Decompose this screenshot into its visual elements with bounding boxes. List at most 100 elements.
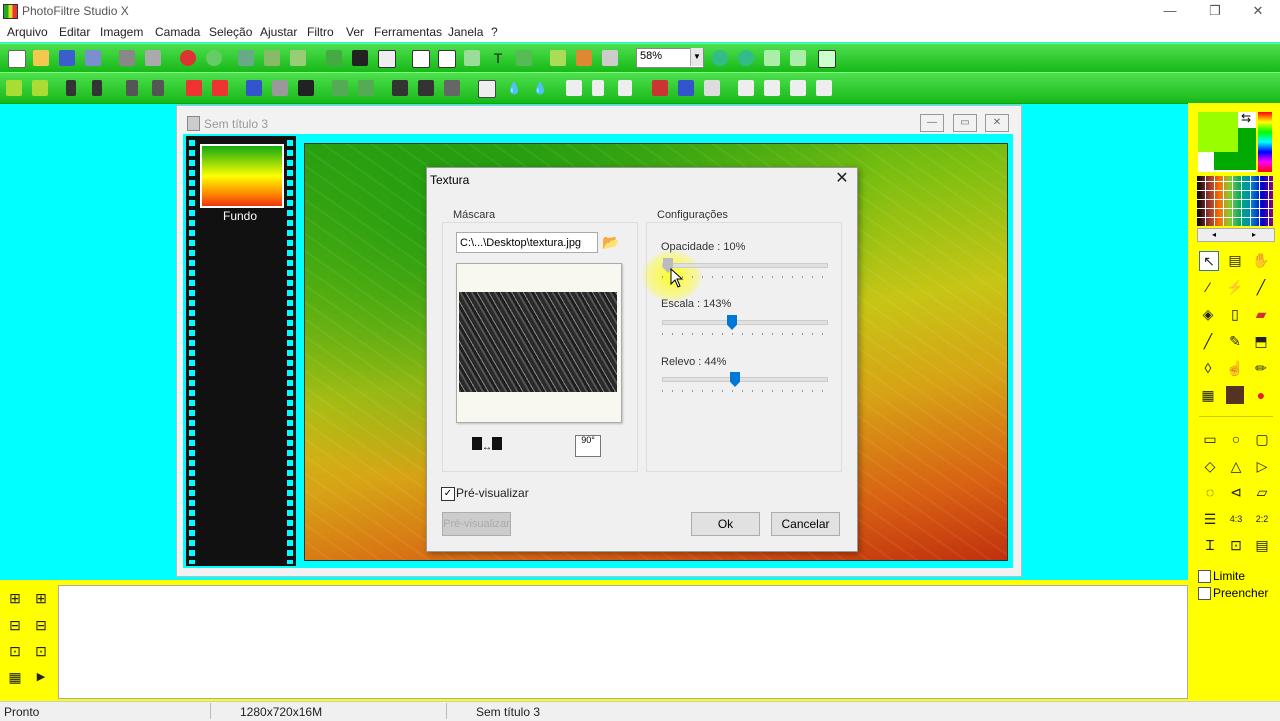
layer-icon[interactable] <box>326 50 342 66</box>
save-icon[interactable] <box>59 50 75 66</box>
line-icon[interactable]: ╱ <box>1252 278 1270 296</box>
eraser-icon[interactable]: ▰ <box>1252 305 1270 323</box>
auto-contrast-icon[interactable] <box>32 80 48 96</box>
saturation-plus-icon[interactable] <box>212 80 228 96</box>
fit-window-icon[interactable] <box>790 50 806 66</box>
zoom-in-icon[interactable] <box>712 50 728 66</box>
auto-level-icon[interactable] <box>6 80 22 96</box>
mountain-icon[interactable] <box>566 80 582 96</box>
crop-icon[interactable] <box>464 50 480 66</box>
polygon-icon[interactable]: ⊲ <box>1227 483 1245 501</box>
play-icon[interactable]: ▶ <box>32 668 50 686</box>
plugins-icon[interactable] <box>576 50 592 66</box>
rounded-rect-icon[interactable]: ▢ <box>1253 430 1271 448</box>
dialog-close-button[interactable]: ✕ <box>832 169 852 189</box>
texture-icon[interactable] <box>704 80 720 96</box>
pattern-icon[interactable] <box>478 80 496 98</box>
actual-size-icon[interactable] <box>764 50 780 66</box>
menu-janela[interactable]: Janela <box>448 25 483 39</box>
menu-arquivo[interactable]: Arquivo <box>7 25 48 39</box>
brush-icon[interactable]: ╱ <box>1199 332 1217 350</box>
lasso-icon[interactable]: ◌ <box>1201 483 1219 501</box>
palette-nav[interactable]: ◂ ▸ <box>1197 228 1275 242</box>
redo-icon[interactable] <box>206 50 222 66</box>
canvas-size-icon[interactable] <box>438 50 456 68</box>
eyedropper-icon[interactable]: ⁄ <box>1199 278 1217 296</box>
print-icon[interactable] <box>119 50 135 66</box>
ellipse-icon[interactable]: ○ <box>1227 430 1245 448</box>
strawberry-icon[interactable]: ● <box>1252 386 1270 404</box>
ratio-2-icon[interactable]: 2:2 <box>1253 510 1271 528</box>
menu-ajustar[interactable]: Ajustar <box>260 25 297 39</box>
tree-save-icon[interactable]: ⊟ <box>32 616 50 634</box>
rotate-right-icon[interactable] <box>816 80 832 96</box>
sharpen-more-icon[interactable] <box>618 80 632 96</box>
doc-close-button[interactable]: ✕ <box>985 114 1009 132</box>
triangle-right-icon[interactable]: ▷ <box>1253 457 1271 475</box>
maximize-button[interactable]: ❐ <box>1193 0 1237 22</box>
select-arrow-icon[interactable]: ↖ <box>1199 251 1219 271</box>
limit-checkbox[interactable] <box>1198 570 1211 583</box>
color-mode-icon[interactable] <box>352 50 368 66</box>
transparency-icon[interactable] <box>378 50 396 68</box>
menu-selecao[interactable]: Seleção <box>209 25 252 39</box>
clone-icon[interactable]: ✏ <box>1252 359 1270 377</box>
stamp-icon[interactable]: ⬒ <box>1252 332 1270 350</box>
layer-thumbnail[interactable] <box>200 144 284 208</box>
new-file-icon[interactable] <box>8 50 26 68</box>
rotate-90-icon[interactable]: 90° <box>575 435 601 457</box>
blur-drop-icon[interactable]: ◊ <box>1199 359 1217 377</box>
frame-2-icon[interactable] <box>678 80 694 96</box>
close-button[interactable]: ✕ <box>1236 0 1280 22</box>
menu-ferramentas[interactable]: Ferramentas <box>374 25 442 39</box>
gamma-plus-icon[interactable] <box>272 80 288 96</box>
doc-minimize-button[interactable]: — <box>920 114 944 132</box>
opacity-track[interactable] <box>662 263 828 268</box>
magic-selection-icon[interactable]: ▤ <box>1226 251 1244 269</box>
flip-horizontal-icon[interactable] <box>738 80 754 96</box>
diamond-icon[interactable]: ◇ <box>1201 457 1219 475</box>
automation-icon[interactable] <box>550 50 566 66</box>
grid-3-icon[interactable] <box>444 80 460 96</box>
text-icon[interactable]: T <box>490 50 506 66</box>
portrait-icon[interactable] <box>1226 386 1244 404</box>
ratio-icon[interactable]: 4:3 <box>1227 510 1245 528</box>
open-selection-icon[interactable]: ▱ <box>1253 483 1271 501</box>
open-folder-icon[interactable] <box>33 50 49 66</box>
pattern-brush-icon[interactable]: ▦ <box>1199 386 1217 404</box>
frame-icon[interactable] <box>652 80 668 96</box>
invert-mask-icon[interactable]: ↔ <box>472 437 510 454</box>
scan-icon[interactable] <box>145 50 161 66</box>
minimize-button[interactable]: — <box>1148 0 1192 22</box>
menu-ver[interactable]: Ver <box>346 25 364 39</box>
paste-layer-icon[interactable] <box>290 50 306 66</box>
grid-2-icon[interactable] <box>418 80 434 96</box>
preview-checkbox[interactable]: ✓ <box>441 487 455 501</box>
hand-icon[interactable]: ✋ <box>1252 251 1270 269</box>
scale-track[interactable] <box>662 320 828 325</box>
grayscale-icon[interactable] <box>298 80 314 96</box>
auto-filter-1-icon[interactable] <box>332 80 348 96</box>
grid-1-icon[interactable] <box>392 80 408 96</box>
open-folder-icon[interactable]: 📂 <box>602 234 620 250</box>
hue-bar[interactable] <box>1258 112 1272 172</box>
fill-checkbox[interactable] <box>1198 587 1211 600</box>
saturation-minus-icon[interactable] <box>186 80 202 96</box>
crop-frame-icon[interactable]: ⊡ <box>1227 536 1245 554</box>
brightness-plus-icon[interactable] <box>92 80 102 96</box>
rectangle-icon[interactable]: ▭ <box>1201 430 1219 448</box>
paste-icon[interactable] <box>264 50 280 66</box>
fill-bucket-icon[interactable]: ◈ <box>1199 305 1217 323</box>
tree-add-icon[interactable]: ⊞ <box>32 589 50 607</box>
spray-icon[interactable]: ▯ <box>1226 305 1244 323</box>
tree-copy-icon[interactable]: ⊟ <box>6 616 24 634</box>
zoom-out-icon[interactable] <box>738 50 754 66</box>
flip-vertical-icon[interactable] <box>764 80 780 96</box>
drop-2-icon[interactable]: 💧 <box>532 80 548 96</box>
gamma-minus-icon[interactable] <box>246 80 262 96</box>
tree-open-icon[interactable]: ⊡ <box>6 642 24 660</box>
undo-icon[interactable] <box>180 50 196 66</box>
color-palette[interactable] <box>1197 176 1273 226</box>
mask-path-field[interactable]: C:\...\Desktop\textura.jpg <box>456 232 598 253</box>
resize-icon[interactable] <box>516 50 532 66</box>
